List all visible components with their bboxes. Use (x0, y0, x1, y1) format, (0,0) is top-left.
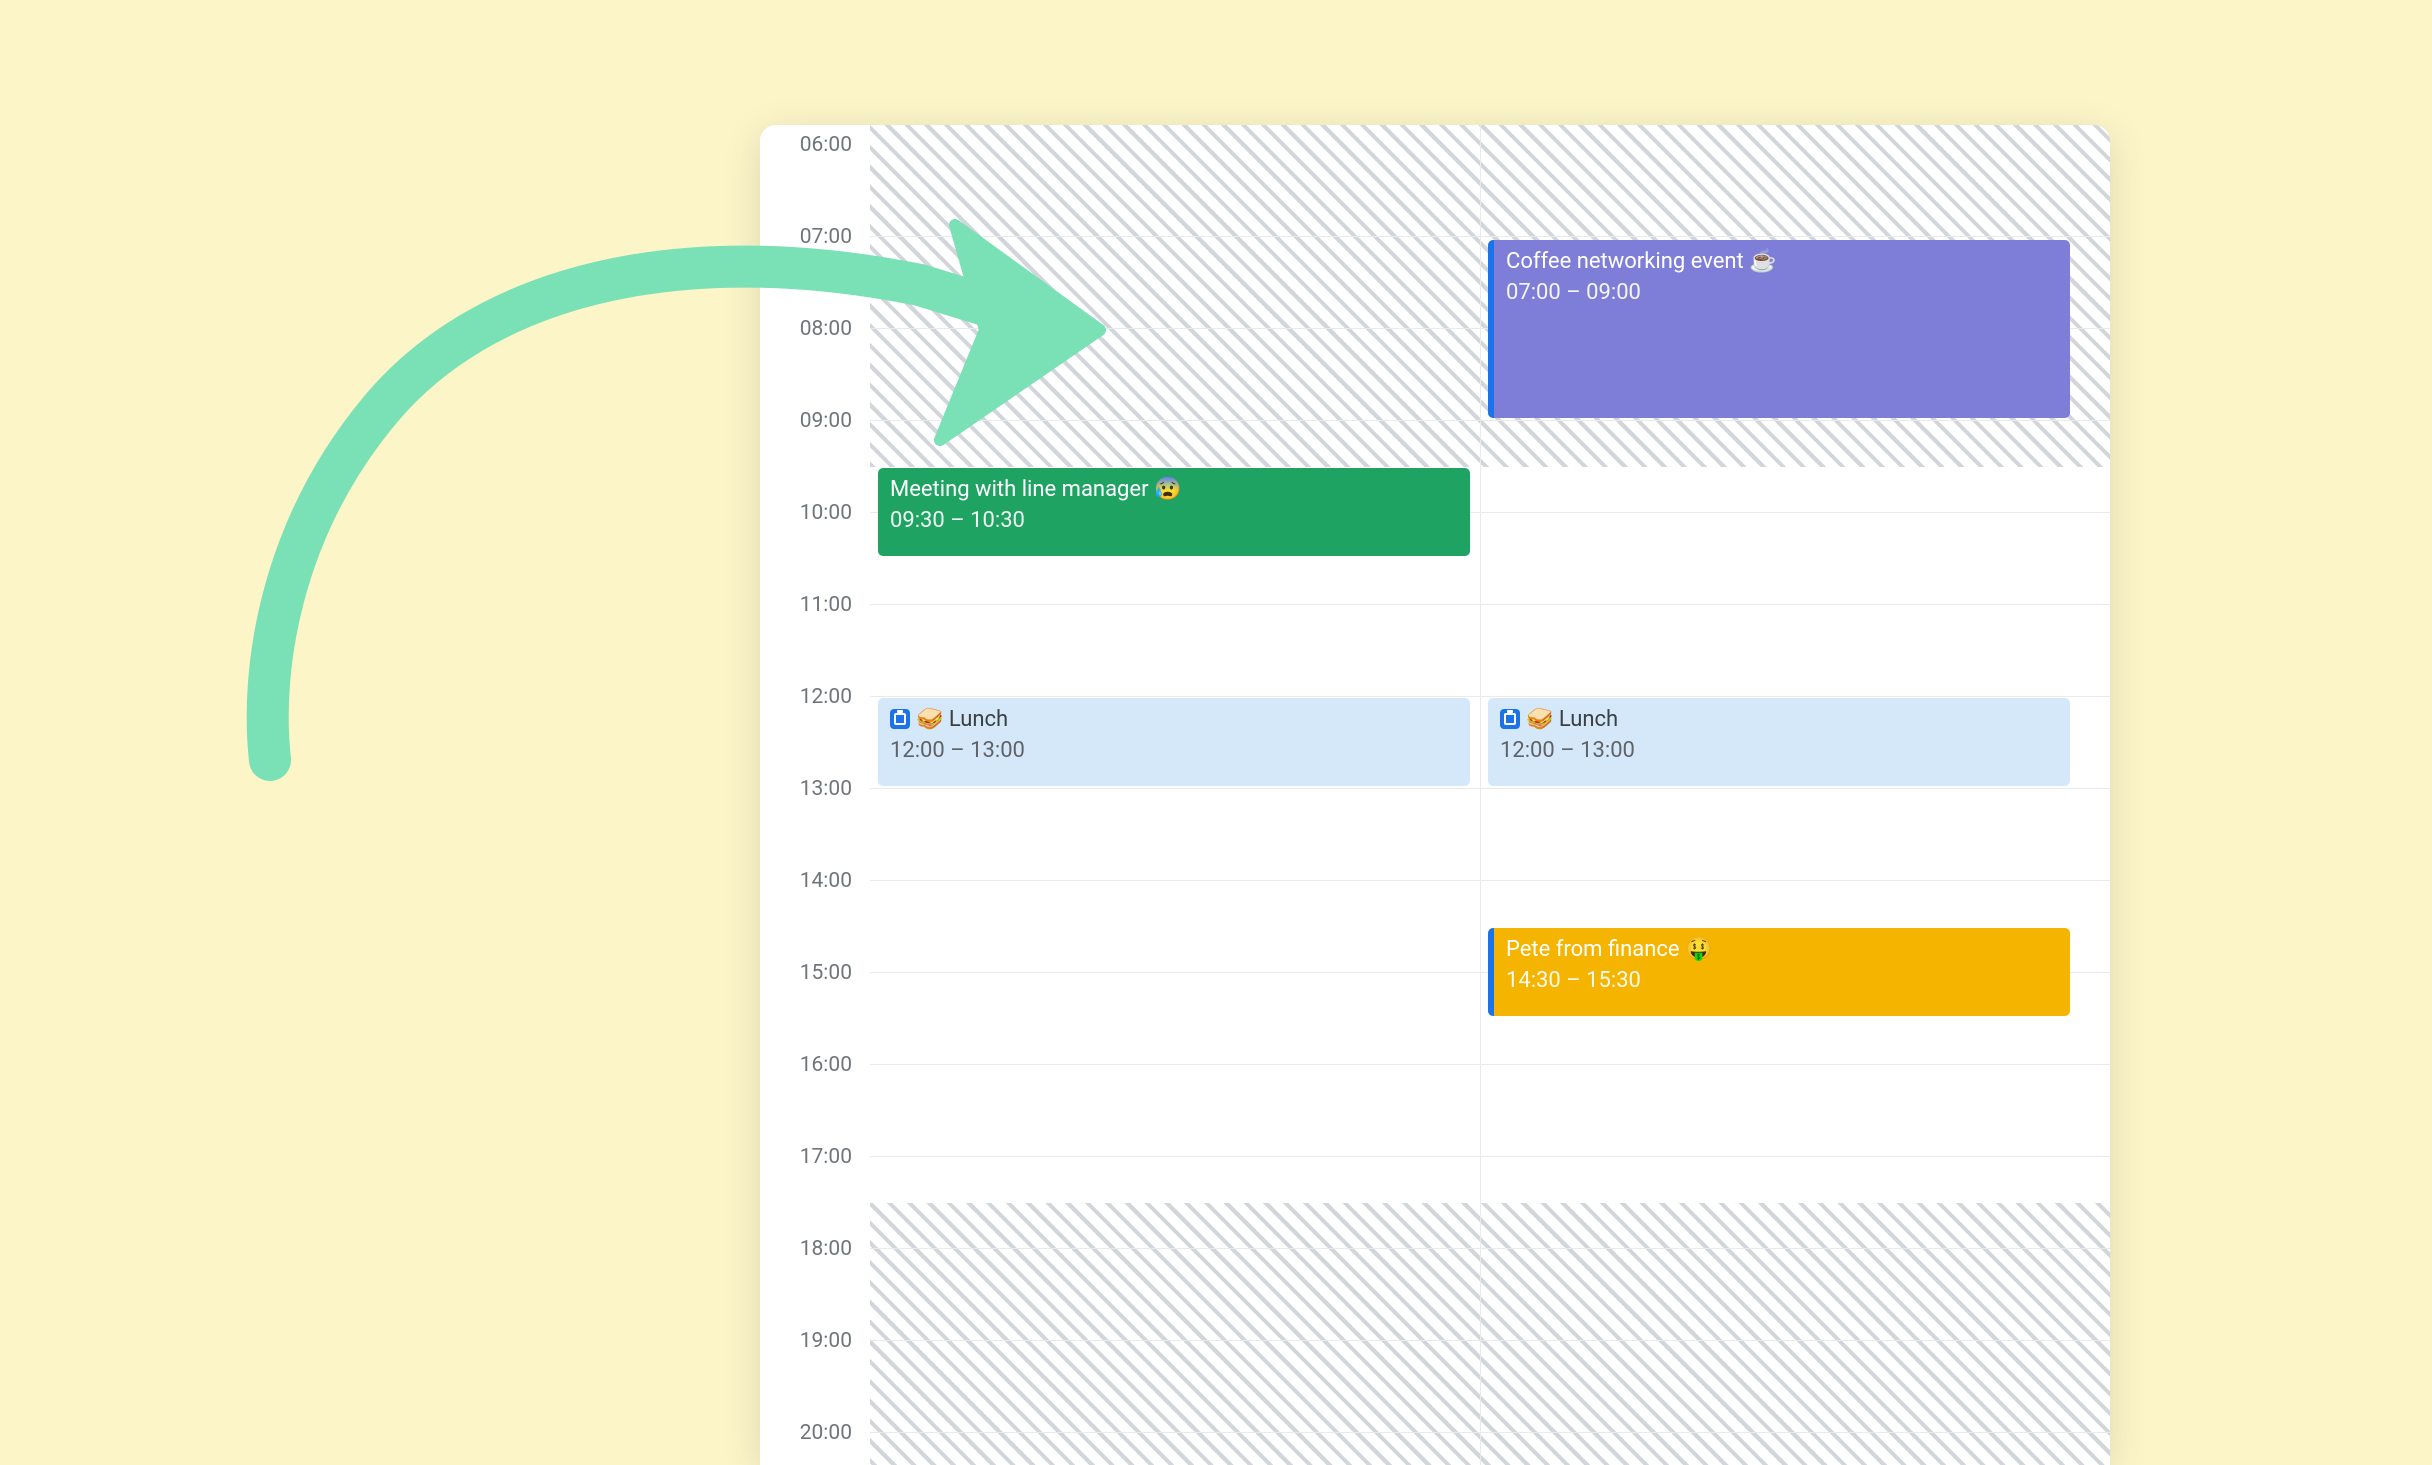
hour-row[interactable] (870, 789, 2110, 881)
hour-row[interactable] (870, 1157, 2110, 1249)
time-label: 07:00 (800, 225, 852, 249)
time-label: 10:00 (800, 501, 852, 525)
recurring-icon (890, 709, 910, 729)
event-pete-finance[interactable]: Pete from finance 🤑 14:30 – 15:30 (1488, 928, 2070, 1016)
event-time-range: 12:00 – 13:00 (1500, 737, 2058, 766)
time-label: 09:00 (800, 409, 852, 433)
event-title: Pete from finance 🤑 (1506, 936, 2058, 965)
time-label: 12:00 (800, 685, 852, 709)
event-title: Coffee networking event ☕ (1506, 248, 2058, 277)
time-label: 08:00 (800, 317, 852, 341)
event-title: 🥪 Lunch (890, 706, 1458, 735)
event-coffee-networking[interactable]: Coffee networking event ☕ 07:00 – 09:00 (1488, 240, 2070, 418)
event-meeting-line-manager[interactable]: Meeting with line manager 😰 09:30 – 10:3… (878, 468, 1470, 556)
time-gutter: 06:00 07:00 08:00 09:00 10:00 11:00 12:0… (760, 125, 870, 1465)
time-label: 13:00 (800, 777, 852, 801)
time-label: 16:00 (800, 1053, 852, 1077)
event-time-range: 14:30 – 15:30 (1506, 967, 2058, 996)
event-lunch-day0[interactable]: 🥪 Lunch 12:00 – 13:00 (878, 698, 1470, 786)
time-label: 14:00 (800, 869, 852, 893)
time-label: 11:00 (800, 593, 852, 617)
calendar-panel: 06:00 07:00 08:00 09:00 10:00 11:00 12:0… (760, 125, 2110, 1465)
event-title: Meeting with line manager 😰 (890, 476, 1458, 505)
time-label: 17:00 (800, 1145, 852, 1169)
calendar-grid[interactable]: Coffee networking event ☕ 07:00 – 09:00 … (870, 125, 2110, 1465)
hour-row[interactable] (870, 1249, 2110, 1341)
time-label: 15:00 (800, 961, 852, 985)
event-lunch-day1[interactable]: 🥪 Lunch 12:00 – 13:00 (1488, 698, 2070, 786)
event-title: 🥪 Lunch (1500, 706, 2058, 735)
hour-row[interactable] (870, 145, 2110, 237)
time-label: 06:00 (800, 133, 852, 157)
hour-row[interactable] (870, 1065, 2110, 1157)
time-label: 18:00 (800, 1237, 852, 1261)
hour-row[interactable] (870, 1341, 2110, 1433)
time-label: 19:00 (800, 1329, 852, 1353)
event-time-range: 09:30 – 10:30 (890, 507, 1458, 536)
event-time-range: 07:00 – 09:00 (1506, 279, 2058, 308)
day-divider (1480, 125, 1481, 1465)
recurring-icon (1500, 709, 1520, 729)
time-label: 20:00 (800, 1421, 852, 1445)
event-time-range: 12:00 – 13:00 (890, 737, 1458, 766)
hour-row[interactable] (870, 605, 2110, 697)
